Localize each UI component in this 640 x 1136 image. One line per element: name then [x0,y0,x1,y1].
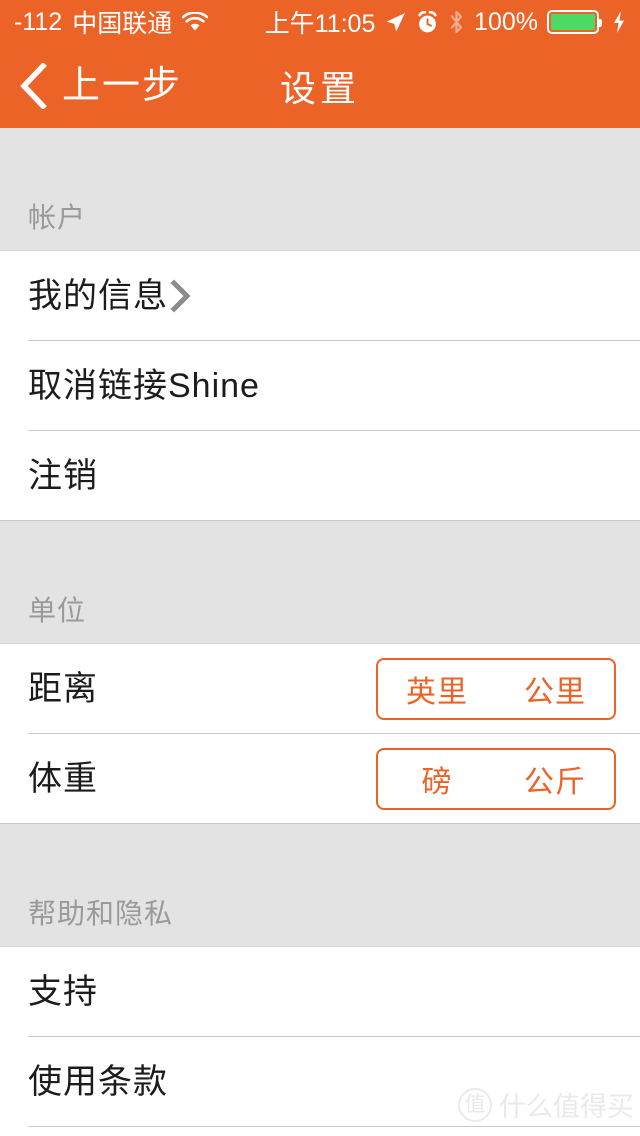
row-separator [0,823,640,824]
row-separator [28,1126,640,1127]
row-label: 距离 [28,670,98,708]
row-my-info[interactable]: 我的信息 [0,251,640,341]
row-label: 取消链接Shine [28,367,260,405]
row-weight: 体重 磅 公斤 [0,734,640,824]
carrier-name: 中国联通 [72,10,173,38]
battery-fill [551,14,595,30]
row-logout[interactable]: 注销 [0,431,640,521]
status-bar: -112 中国联通 上午11:05 100% [0,0,640,44]
segmented-control-weight[interactable]: 磅 公斤 [376,748,616,810]
row-label: 注销 [28,457,98,495]
segment-option-pounds[interactable]: 磅 [378,750,496,808]
segment-option-miles[interactable]: 英里 [378,660,496,718]
row-distance: 距离 英里 公里 [0,644,640,734]
row-unlink-shine[interactable]: 取消链接Shine [0,341,640,431]
signal-strength-value: -112 [14,7,63,36]
chevron-right-icon [168,279,194,313]
settings-table: 帐户 我的信息 取消链接Shine 注销 单位 距离 英里 公里 体重 磅 公斤… [0,128,640,1127]
row-label: 支持 [28,973,98,1011]
bluetooth-icon [448,10,465,34]
clock-time: 上午11:05 [264,10,376,38]
row-terms-of-use[interactable]: 使用条款 [0,1037,640,1127]
lightning-bolt-icon [608,10,626,34]
location-arrow-icon [384,11,407,34]
section-header-account: 帐户 [0,128,640,251]
battery-full-icon [547,10,602,34]
status-bar-right: 100% [384,8,626,37]
row-label: 我的信息 [28,277,168,315]
battery-percent-label: 100% [474,7,538,36]
row-support[interactable]: 支持 [0,947,640,1037]
segment-option-kilometers[interactable]: 公里 [496,660,614,718]
navigation-bar: 上一步 设置 [0,44,640,128]
segmented-control-distance[interactable]: 英里 公里 [376,658,616,720]
app-screen: -112 中国联通 上午11:05 100% 上一步 设置 帐户 我的信息 取消… [0,0,640,1136]
row-separator [0,520,640,521]
section-header-units: 单位 [0,521,640,644]
row-label: 使用条款 [28,1063,168,1101]
alarm-clock-icon [416,10,439,34]
wifi-icon [182,12,209,32]
row-label: 体重 [28,760,98,798]
back-button-label: 上一步 [62,65,183,107]
chevron-left-icon [18,63,48,109]
status-bar-left: -112 中国联通 [14,4,209,40]
segment-option-kilograms[interactable]: 公斤 [496,750,614,808]
section-header-help-privacy: 帮助和隐私 [0,824,640,947]
back-button[interactable]: 上一步 [0,44,182,128]
